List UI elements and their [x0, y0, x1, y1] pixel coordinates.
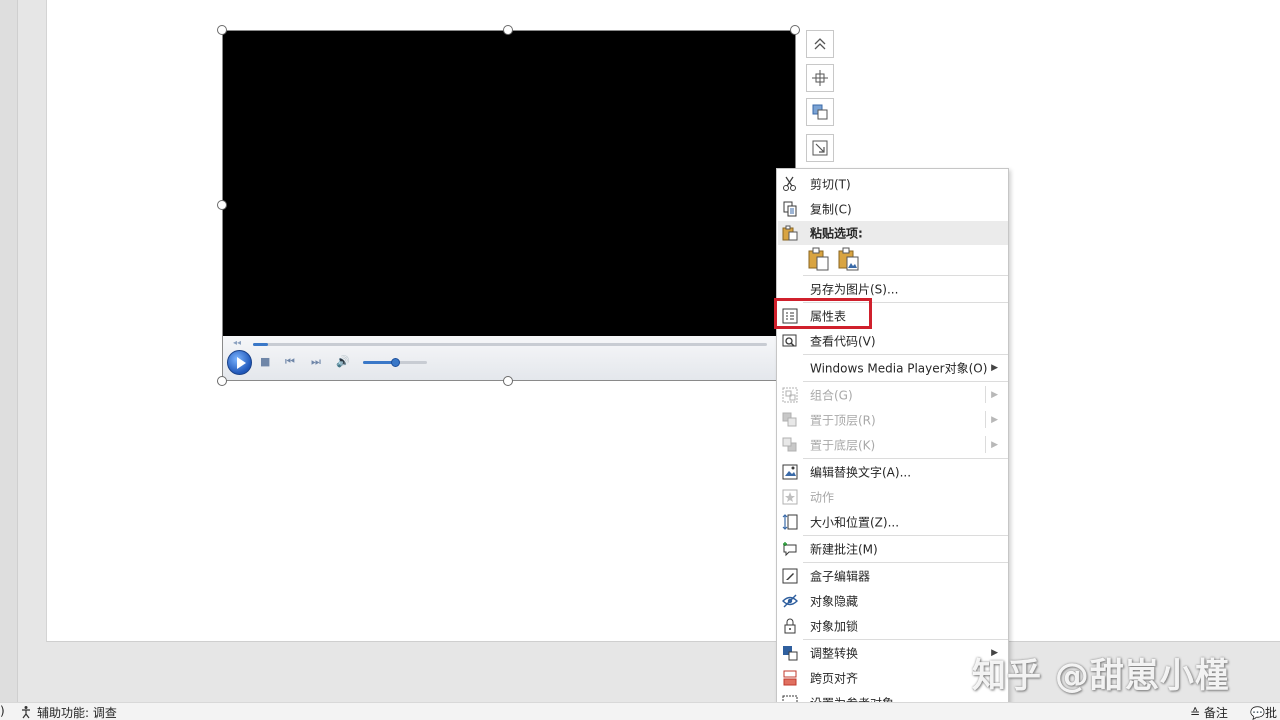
- menu-item-lock-object[interactable]: 对象加锁: [778, 613, 1008, 638]
- menu-label: 大小和位置(Z)...: [810, 515, 900, 529]
- crosshair-align-icon: [812, 70, 828, 86]
- menu-label: 对象加锁: [810, 619, 859, 633]
- submenu-arrow-icon: ▶: [991, 439, 998, 450]
- menu-label: 盒子编辑器: [810, 569, 871, 583]
- editor-workspace: ◂◂ ■ ⏮ ⏭ 🔊: [0, 0, 1280, 702]
- seek-bar[interactable]: [253, 343, 767, 346]
- highlight-box-property-sheet: [774, 298, 872, 329]
- bring-to-front-icon: [782, 412, 797, 426]
- menu-label: 另存为图片(S)...: [810, 282, 899, 296]
- menu-item-box-editor[interactable]: 盒子编辑器: [778, 563, 1008, 588]
- menu-label: 剪切(T): [810, 177, 851, 191]
- volume-knob[interactable]: [391, 358, 400, 367]
- submenu-divider: [985, 411, 986, 428]
- video-screen[interactable]: [223, 31, 795, 336]
- paste-as-picture-icon[interactable]: [837, 247, 861, 271]
- play-button[interactable]: [227, 350, 252, 375]
- menu-label: 粘贴选项:: [810, 226, 863, 241]
- accessibility-icon: [22, 706, 30, 719]
- collapse-tools-button[interactable]: [806, 30, 834, 58]
- copy-icon: [783, 201, 797, 216]
- watermark: 知乎 @甜崽小槿: [972, 656, 1230, 696]
- next-icon[interactable]: ⏭: [311, 356, 321, 368]
- menu-label: 置于顶层(R): [810, 413, 876, 427]
- menu-item-action[interactable]: 动作: [778, 484, 1008, 509]
- resize-diagonal-icon: [812, 140, 828, 156]
- send-to-back-icon: [782, 437, 797, 451]
- submenu-divider: [985, 386, 986, 403]
- submenu-arrow-icon: ▶: [991, 389, 998, 400]
- submenu-arrow-icon: ▶: [991, 414, 998, 425]
- notes-button[interactable]: ≙ 备注: [1190, 704, 1228, 720]
- resize-handle-bottom[interactable]: [503, 376, 513, 386]
- player-controls: ◂◂ ■ ⏮ ⏭ 🔊: [223, 336, 795, 380]
- layers-icon: [812, 104, 828, 120]
- menu-item-size-position[interactable]: 大小和位置(Z)...: [778, 509, 1008, 534]
- submenu-arrow-icon: ▶: [991, 362, 998, 373]
- menu-label: 编辑替换文字(A)...: [810, 465, 912, 479]
- resize-handle-bottom-left[interactable]: [217, 376, 227, 386]
- convert-icon: [783, 645, 798, 660]
- seek-progress: [253, 343, 269, 346]
- context-menu: 剪切(T) 复制(C) 粘贴选项: 另存为图片(S)... 属性表 查看代码(V…: [776, 168, 1009, 720]
- thumbnail-pane-edge[interactable]: [0, 0, 18, 702]
- align-center-button[interactable]: [806, 64, 834, 92]
- comment-add-icon: [783, 541, 797, 556]
- paste-keep-source-icon[interactable]: [807, 247, 831, 271]
- size-adjust-button[interactable]: [806, 134, 834, 162]
- menu-label: Windows Media Player对象(O): [810, 361, 988, 375]
- resize-handle-top[interactable]: [503, 25, 513, 35]
- comments-button[interactable]: 💬批: [1250, 704, 1277, 720]
- accessibility-status[interactable]: 辅助功能: 调查: [20, 704, 117, 720]
- action-star-icon: [782, 489, 798, 504]
- menu-header-paste-options: 粘贴选项:: [778, 221, 1008, 245]
- menu-item-bring-to-front[interactable]: 置于顶层(R) ▶: [778, 407, 1008, 432]
- comments-label: 批: [1264, 706, 1277, 720]
- menu-label: 置于底层(K): [810, 438, 876, 452]
- media-player-object[interactable]: ◂◂ ■ ⏮ ⏭ 🔊: [222, 30, 796, 381]
- menu-item-cut[interactable]: 剪切(T): [778, 171, 1008, 196]
- size-position-icon: [782, 513, 798, 530]
- accessibility-label: 辅助功能: 调查: [37, 706, 117, 720]
- rewind-icon[interactable]: ◂◂: [233, 338, 241, 347]
- menu-label: 动作: [810, 490, 835, 504]
- menu-item-view-code[interactable]: 查看代码(V): [778, 328, 1008, 353]
- status-fragment: ): [0, 704, 5, 718]
- menu-label: 复制(C): [810, 202, 852, 216]
- menu-label: 新建批注(M): [810, 542, 878, 556]
- menu-item-wmp-object[interactable]: Windows Media Player对象(O) ▶: [778, 355, 1008, 380]
- menu-label: 组合(G): [810, 388, 853, 402]
- box-editor-icon: [782, 568, 798, 583]
- view-code-icon: [782, 334, 797, 347]
- status-bar: ) 辅助功能: 调查 ≙ 备注 💬批: [0, 702, 1280, 720]
- menu-label: 对象隐藏: [810, 594, 859, 608]
- menu-label: 调整转换: [810, 646, 859, 660]
- resize-handle-left[interactable]: [217, 200, 227, 210]
- menu-item-send-to-back[interactable]: 置于底层(K) ▶: [778, 432, 1008, 457]
- double-chevron-up-icon: [814, 38, 826, 50]
- notes-label: 备注: [1203, 706, 1228, 720]
- stop-icon[interactable]: ■: [260, 356, 270, 368]
- arrange-layers-button[interactable]: [806, 98, 834, 126]
- menu-item-edit-alt-text[interactable]: 编辑替换文字(A)...: [778, 459, 1008, 484]
- volume-icon[interactable]: 🔊: [336, 356, 350, 368]
- menu-item-group[interactable]: 组合(G) ▶: [778, 382, 1008, 407]
- menu-item-copy[interactable]: 复制(C): [778, 196, 1008, 221]
- submenu-divider: [985, 436, 986, 453]
- menu-label: 跨页对齐: [810, 671, 859, 685]
- previous-icon[interactable]: ⏮: [285, 356, 295, 368]
- resize-handle-top-right[interactable]: [790, 25, 800, 35]
- paste-icon: [782, 225, 798, 241]
- resize-handle-top-left[interactable]: [217, 25, 227, 35]
- alt-text-icon: [782, 464, 798, 479]
- menu-item-new-comment[interactable]: 新建批注(M): [778, 536, 1008, 561]
- lock-icon: [784, 618, 796, 633]
- scissors-icon: [783, 176, 796, 191]
- volume-slider[interactable]: [363, 358, 427, 367]
- menu-label: 查看代码(V): [810, 334, 876, 348]
- cross-page-align-icon: [783, 670, 797, 685]
- menu-item-hide-object[interactable]: 对象隐藏: [778, 588, 1008, 613]
- group-icon: [782, 387, 798, 402]
- eye-hidden-icon: [782, 594, 798, 607]
